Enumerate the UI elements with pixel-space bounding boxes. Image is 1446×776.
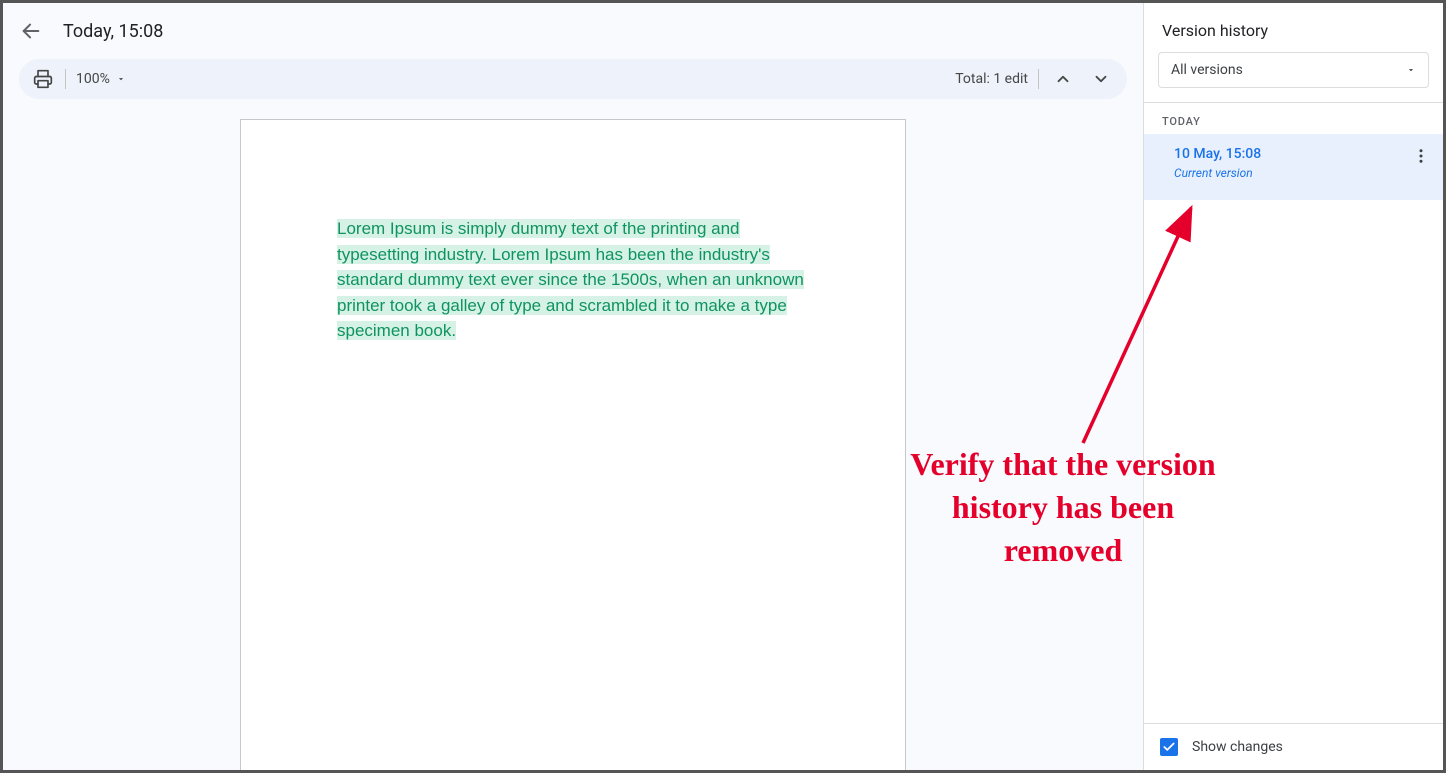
annotation-text: Verify that the version history has been…: [903, 443, 1223, 573]
version-filter-dropdown[interactable]: All versions: [1158, 52, 1429, 88]
version-group-label: TODAY: [1144, 103, 1443, 134]
page-title: Today, 15:08: [63, 21, 163, 42]
version-history-sidebar: Version history All versions TODAY 10 Ma…: [1143, 3, 1443, 770]
toolbar-divider: [65, 69, 66, 89]
more-vert-icon: [1412, 147, 1430, 165]
version-filter-value: All versions: [1171, 62, 1243, 78]
sidebar-title: Version history: [1144, 3, 1443, 52]
document-scroll-area[interactable]: Lorem Ipsum is simply dummy text of the …: [3, 107, 1143, 770]
caret-down-icon: [116, 74, 126, 84]
version-subtitle: Current version: [1174, 166, 1427, 180]
sidebar-footer: Show changes: [1144, 723, 1443, 770]
prev-edit-button[interactable]: [1049, 65, 1077, 93]
back-arrow-button[interactable]: [19, 19, 43, 43]
zoom-value: 100%: [76, 71, 110, 87]
toolbar: 100% Total: 1 edit: [19, 59, 1127, 99]
next-edit-button[interactable]: [1087, 65, 1115, 93]
version-item-current[interactable]: 10 May, 15:08 Current version: [1144, 134, 1443, 200]
total-edits-label: Total: 1 edit: [955, 71, 1028, 87]
document-page: Lorem Ipsum is simply dummy text of the …: [240, 119, 906, 770]
show-changes-checkbox[interactable]: [1160, 738, 1178, 756]
toolbar-divider: [1038, 69, 1039, 89]
document-body: Lorem Ipsum is simply dummy text of the …: [337, 216, 809, 344]
caret-down-icon: [1406, 65, 1416, 75]
print-button[interactable]: [31, 67, 55, 91]
show-changes-label: Show changes: [1192, 739, 1283, 755]
check-icon: [1162, 740, 1176, 754]
zoom-dropdown[interactable]: 100%: [76, 71, 126, 87]
version-more-button[interactable]: [1409, 144, 1433, 168]
version-date: 10 May, 15:08: [1174, 146, 1427, 162]
